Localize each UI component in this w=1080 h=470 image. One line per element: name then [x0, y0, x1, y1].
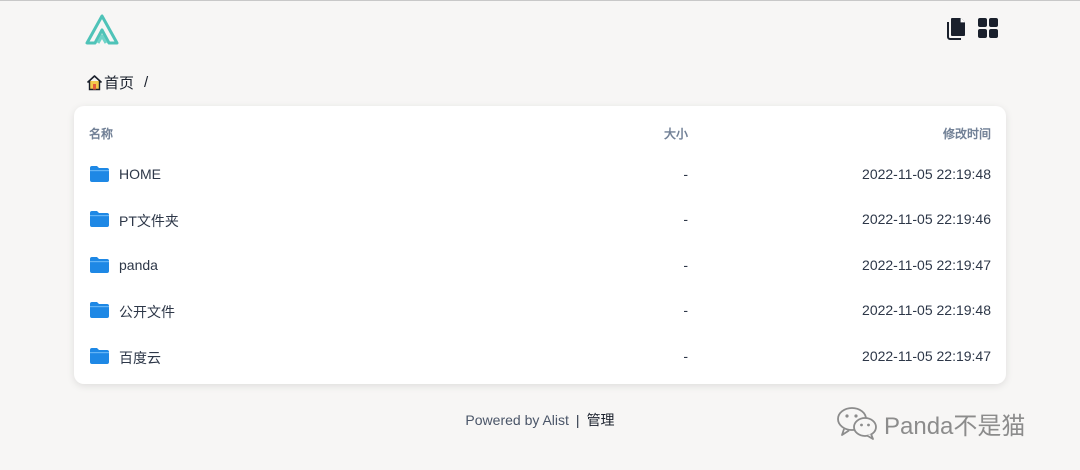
home-icon — [86, 75, 103, 91]
folder-icon — [90, 257, 109, 273]
column-header-size[interactable]: 大小 — [664, 125, 688, 142]
folder-icon — [90, 302, 109, 318]
file-name[interactable]: 百度云 — [119, 348, 161, 368]
file-name[interactable]: 公开文件 — [119, 302, 175, 322]
column-header-name[interactable]: 名称 — [89, 125, 113, 142]
file-row[interactable]: HOME - 2022-11-05 22:19:48 — [74, 153, 1006, 197]
watermark: Panda不是猫 — [836, 405, 1025, 441]
folder-icon — [90, 211, 109, 227]
header-actions — [944, 15, 1000, 41]
folder-icon — [90, 166, 109, 182]
file-row[interactable]: panda - 2022-11-05 22:19:47 — [74, 244, 1006, 288]
powered-by-text[interactable]: Powered by Alist — [465, 412, 569, 428]
footer-separator: | — [575, 412, 580, 428]
folder-icon — [90, 348, 109, 364]
breadcrumb-home-link[interactable]: 首页 — [104, 72, 134, 93]
column-header-modified[interactable]: 修改时间 — [943, 125, 991, 142]
file-size: - — [683, 348, 688, 364]
wechat-icon — [837, 407, 877, 440]
page: 首页 / 名称 大小 修改时间 HOME - 2022-11-05 22:19:… — [0, 0, 1080, 470]
file-name[interactable]: HOME — [119, 166, 161, 182]
file-name[interactable]: panda — [119, 257, 158, 273]
file-row[interactable]: 百度云 - 2022-11-05 22:19:47 — [74, 335, 1006, 379]
copy-icon[interactable] — [944, 15, 968, 41]
file-size: - — [683, 302, 688, 318]
file-modified: 2022-11-05 22:19:47 — [862, 348, 991, 364]
file-modified: 2022-11-05 22:19:46 — [862, 211, 991, 227]
grid-view-icon[interactable] — [976, 15, 1000, 41]
file-modified: 2022-11-05 22:19:47 — [862, 257, 991, 273]
admin-link[interactable]: 管理 — [587, 412, 615, 428]
file-size: - — [683, 166, 688, 182]
breadcrumb-separator: / — [144, 74, 149, 91]
file-modified: 2022-11-05 22:19:48 — [862, 302, 991, 318]
file-row[interactable]: PT文件夹 - 2022-11-05 22:19:46 — [74, 198, 1006, 242]
file-row[interactable]: 公开文件 - 2022-11-05 22:19:48 — [74, 289, 1006, 333]
watermark-text: Panda不是猫 — [884, 412, 1026, 440]
file-name[interactable]: PT文件夹 — [119, 211, 179, 231]
breadcrumb: 首页 / — [86, 72, 148, 93]
file-list: 名称 大小 修改时间 HOME - 2022-11-05 22:19:48 PT… — [74, 106, 1006, 384]
file-size: - — [683, 211, 688, 227]
file-modified: 2022-11-05 22:19:48 — [862, 166, 991, 182]
alist-logo-icon[interactable] — [84, 14, 120, 46]
file-size: - — [683, 257, 688, 273]
